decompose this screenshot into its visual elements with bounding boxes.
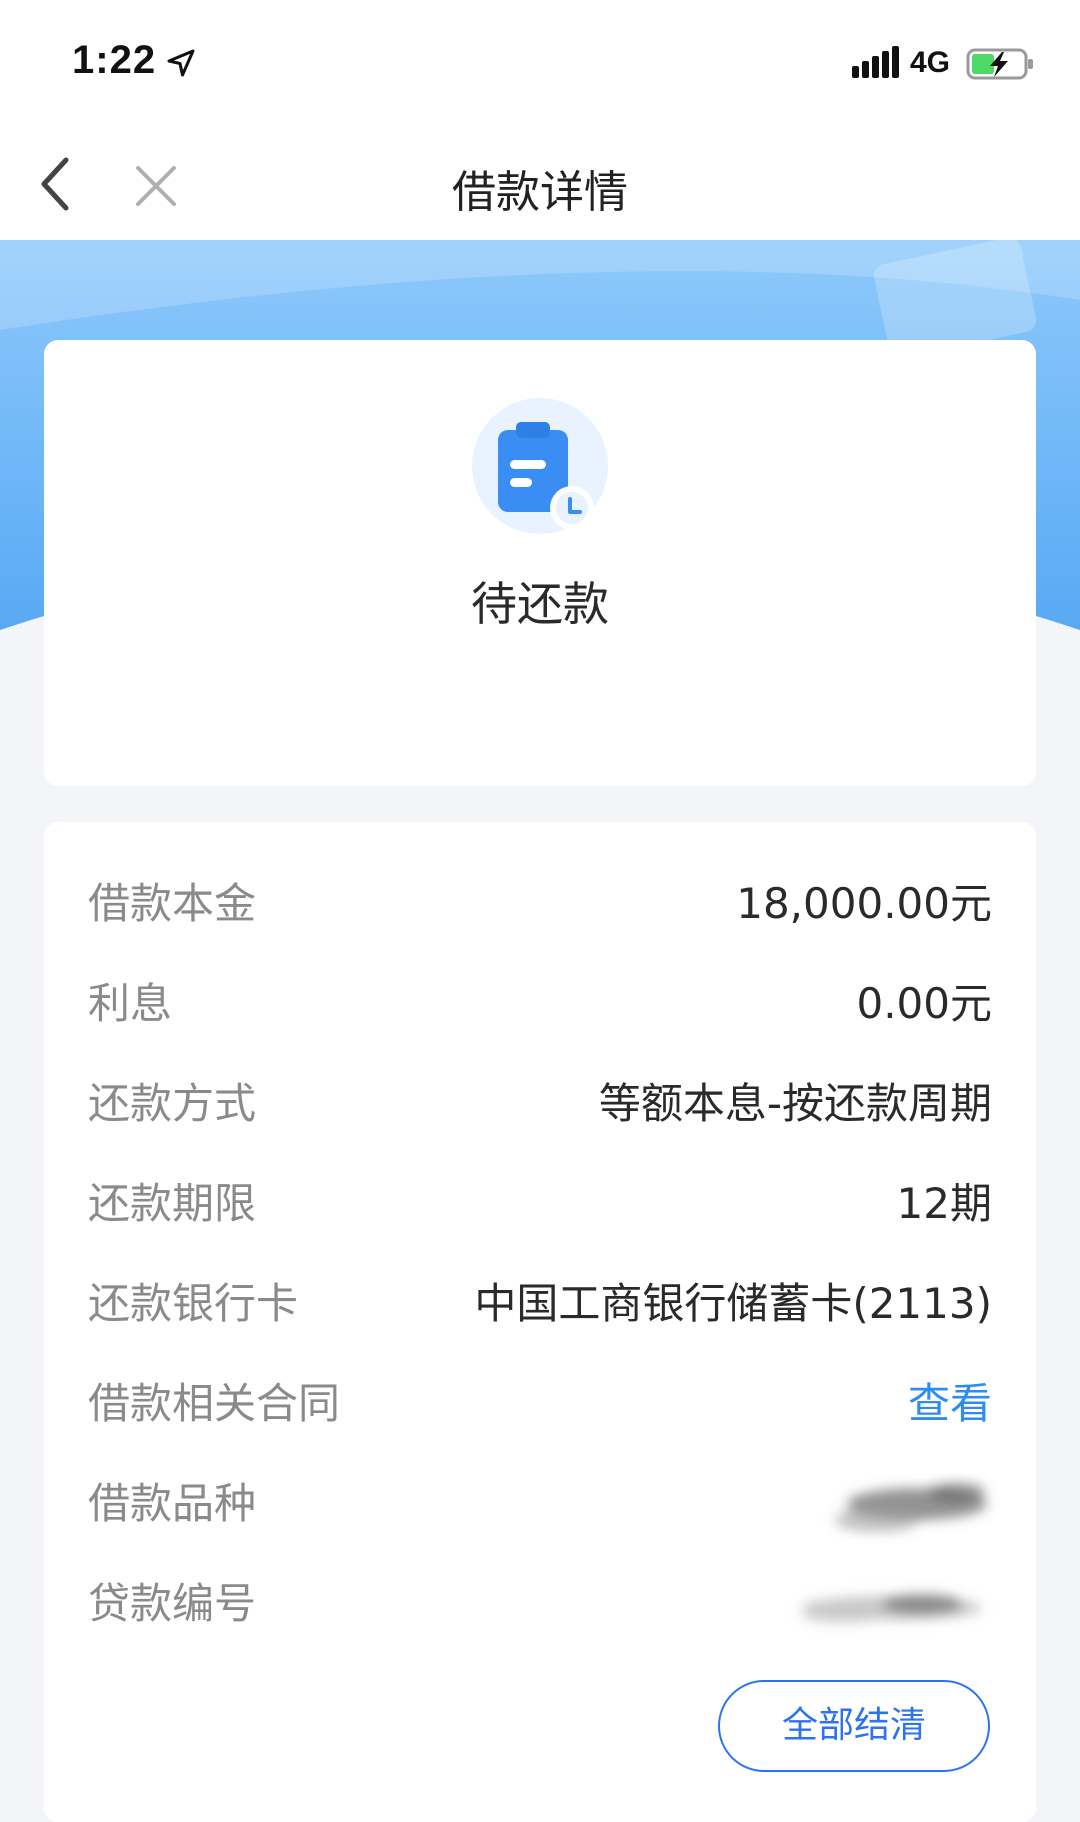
interest-value: 0.00元 xyxy=(856,979,992,1028)
repayment-method-value: 等额本息-按还款周期 xyxy=(598,1079,992,1128)
status-bar: 1:22 4G xyxy=(0,0,1080,118)
detail-row-repayment-method: 还款方式 等额本息-按还款周期 xyxy=(88,1074,992,1134)
contract-label: 借款相关合同 xyxy=(88,1379,341,1428)
principal-value: 18,000.00元 xyxy=(736,879,992,928)
interest-label: 利息 xyxy=(88,979,173,1028)
detail-row-interest: 利息 0.00元 xyxy=(88,974,992,1034)
loan-number-label: 贷款编号 xyxy=(88,1579,257,1628)
repayment-term-label: 还款期限 xyxy=(88,1179,257,1228)
loan-type-label: 借款品种 xyxy=(88,1479,257,1528)
status-card: 待还款 xyxy=(44,340,1036,786)
page-title: 借款详情 xyxy=(452,167,628,218)
repayment-term-value: 12期 xyxy=(896,1179,992,1228)
location-arrow-icon xyxy=(167,49,195,77)
repayment-method-label: 还款方式 xyxy=(88,1079,257,1128)
bank-card-label: 还款银行卡 xyxy=(88,1279,299,1328)
detail-row-loan-number: 贷款编号 xyxy=(88,1574,992,1634)
battery-charging-icon xyxy=(966,48,1033,80)
network-label: 4G xyxy=(910,46,951,79)
detail-row-loan-type: 借款品种 xyxy=(88,1474,992,1534)
principal-label: 借款本金 xyxy=(88,879,257,928)
redacted-blur xyxy=(802,1594,982,1623)
view-contract-link[interactable]: 查看 xyxy=(908,1374,992,1434)
redacted-blur xyxy=(835,1483,987,1532)
signal-icon xyxy=(852,46,899,78)
bank-card-value: 中国工商银行储蓄卡(2113) xyxy=(474,1279,992,1328)
status-time: 1:22 xyxy=(72,38,157,82)
nav-bar: 借款详情 xyxy=(0,118,1080,240)
settle-all-button[interactable]: 全部结清 xyxy=(718,1680,990,1772)
loan-status: 待还款 xyxy=(471,577,609,631)
detail-row-repayment-term: 还款期限 12期 xyxy=(88,1174,992,1234)
loan-details-card: 借款本金 18,000.00元 利息 0.00元 还款方式 等额本息-按还款周期… xyxy=(44,822,1036,1822)
detail-row-bank-card: 还款银行卡 中国工商银行储蓄卡(2113) xyxy=(88,1274,992,1334)
clipboard-clock-icon xyxy=(472,398,608,534)
detail-row-contract: 借款相关合同 查看 xyxy=(88,1374,992,1434)
detail-row-principal: 借款本金 18,000.00元 xyxy=(88,874,992,934)
